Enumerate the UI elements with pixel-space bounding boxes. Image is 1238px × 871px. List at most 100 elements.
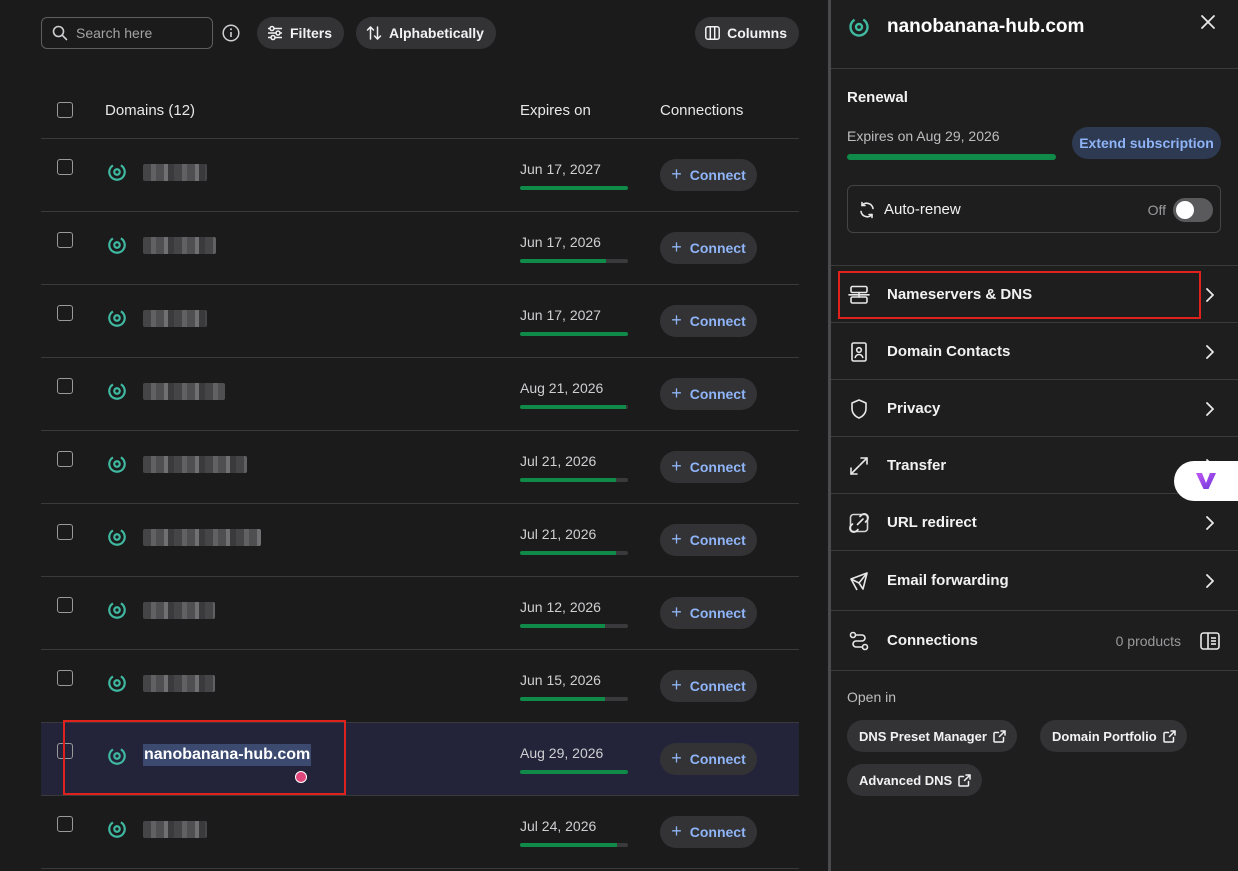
row-checkbox[interactable] [57, 670, 73, 686]
domain-icon [849, 17, 869, 37]
chip-label: Domain Portfolio [1052, 728, 1157, 744]
redacted-domain-name[interactable] [143, 383, 225, 400]
expiry-progress-bar [520, 770, 628, 774]
redacted-domain-name[interactable] [143, 529, 261, 546]
open-in-dns-preset-manager-link[interactable]: DNS Preset Manager [847, 720, 1017, 752]
connect-button[interactable]: + Connect [660, 378, 757, 410]
side-panel-icon[interactable] [1200, 632, 1220, 650]
connect-button[interactable]: + Connect [660, 451, 757, 483]
table-row[interactable]: Jun 17, 2027 + Connect [41, 285, 799, 358]
sort-button[interactable]: Alphabetically [356, 17, 496, 49]
table-row[interactable]: Jul 21, 2026 + Connect [41, 504, 799, 577]
connect-button[interactable]: + Connect [660, 743, 757, 775]
expires-date: Jun 17, 2026 [520, 234, 601, 250]
row-checkbox[interactable] [57, 451, 73, 467]
plus-icon: + [671, 821, 682, 841]
table-row[interactable]: Jun 17, 2027 + Connect [41, 139, 799, 212]
table-row[interactable]: Aug 21, 2026 + Connect [41, 358, 799, 431]
expires-date: Aug 29, 2026 [520, 745, 604, 761]
search-box[interactable] [41, 17, 213, 49]
link-redirect-icon [848, 512, 870, 534]
expires-date: Jul 24, 2026 [520, 818, 597, 834]
close-icon[interactable] [1198, 12, 1218, 32]
contact-book-icon [848, 341, 870, 363]
extend-subscription-button[interactable]: Extend subscription [1072, 127, 1221, 159]
domain-icon [108, 747, 126, 765]
row-checkbox[interactable] [57, 816, 73, 832]
chevron-right-icon [1206, 516, 1214, 530]
floating-extension-badge[interactable] [1174, 461, 1238, 501]
redacted-domain-name[interactable] [143, 237, 216, 254]
plus-icon: + [671, 529, 682, 549]
open-in-advanced-dns-link[interactable]: Advanced DNS [847, 764, 983, 796]
info-icon[interactable] [222, 24, 240, 42]
domain-detail-panel: nanobanana-hub.com Renewal Expires on Au… [831, 0, 1238, 871]
domain-icon [108, 674, 126, 692]
open-in-domain-portfolio-link[interactable]: Domain Portfolio [1040, 720, 1187, 752]
row-checkbox[interactable] [57, 743, 73, 759]
domain-icon [108, 601, 126, 619]
menu-item-domain-contacts[interactable]: Domain Contacts [831, 323, 1238, 380]
columns-button[interactable]: Columns [695, 17, 799, 49]
header-connections: Connections [660, 102, 744, 119]
redacted-domain-name[interactable] [143, 310, 207, 327]
table-row[interactable]: Jun 17, 2026 + Connect [41, 212, 799, 285]
filters-button[interactable]: Filters [257, 17, 345, 49]
transfer-arrows-icon [848, 455, 870, 477]
connect-button[interactable]: + Connect [660, 232, 757, 264]
plus-icon: + [671, 675, 682, 695]
panel-header: nanobanana-hub.com [831, 0, 1238, 69]
redacted-domain-name[interactable] [143, 456, 247, 473]
connect-label: Connect [689, 240, 746, 256]
redacted-domain-name[interactable] [143, 164, 207, 181]
sort-arrows-icon [366, 26, 382, 40]
redacted-domain-name[interactable] [143, 602, 215, 619]
chip-label: Advanced DNS [859, 772, 953, 788]
menu-item-label: URL redirect [887, 514, 977, 531]
menu-item-privacy[interactable]: Privacy [831, 380, 1238, 437]
menu-item-connections[interactable]: Connections 0 products [831, 611, 1238, 671]
row-checkbox[interactable] [57, 524, 73, 540]
connect-button[interactable]: + Connect [660, 597, 757, 629]
row-checkbox[interactable] [57, 378, 73, 394]
menu-item-email-forwarding[interactable]: Email forwarding [831, 551, 1238, 611]
menu-item-label: Email forwarding [887, 572, 1009, 589]
plus-icon: + [671, 237, 682, 257]
expiry-progress-bar [520, 843, 628, 847]
chip-label: DNS Preset Manager [859, 728, 987, 744]
table-row[interactable]: Jul 24, 2026 + Connect [41, 796, 799, 869]
expires-date: Jun 15, 2026 [520, 672, 601, 688]
expires-date: Jun 17, 2027 [520, 307, 601, 323]
connect-button[interactable]: + Connect [660, 305, 757, 337]
connect-button[interactable]: + Connect [660, 159, 757, 191]
table-row[interactable]: Jun 12, 2026 + Connect [41, 577, 799, 650]
redacted-domain-name[interactable] [143, 821, 207, 838]
domain-status-icon [107, 162, 127, 182]
redacted-domain-name[interactable] [143, 675, 215, 692]
table-row[interactable]: Jul 21, 2026 + Connect [41, 431, 799, 504]
connect-button[interactable]: + Connect [660, 816, 757, 848]
header-domains[interactable]: Domains (12) [105, 102, 195, 119]
chevron-right-icon [1206, 345, 1214, 359]
menu-item-url-redirect[interactable]: URL redirect [831, 494, 1238, 551]
auto-renew-label: Auto-renew [884, 201, 961, 218]
connect-button[interactable]: + Connect [660, 670, 757, 702]
menu-item-nameservers-dns[interactable]: Nameservers & DNS [831, 266, 1238, 323]
table-row[interactable]: Jun 15, 2026 + Connect [41, 650, 799, 723]
select-all-checkbox[interactable] [57, 102, 73, 118]
domain-name[interactable]: nanobanana-hub.com [143, 744, 312, 766]
table-row[interactable]: nanobanana-hub.com Aug 29, 2026 + Connect [41, 723, 799, 796]
renewal-progress-bar [847, 154, 1056, 160]
row-checkbox[interactable] [57, 159, 73, 175]
row-checkbox[interactable] [57, 232, 73, 248]
header-expires[interactable]: Expires on [520, 102, 591, 119]
renewal-section: Renewal Expires on Aug 29, 2026 Extend s… [831, 70, 1238, 266]
row-checkbox[interactable] [57, 305, 73, 321]
search-input[interactable] [76, 25, 206, 41]
server-icon [848, 284, 870, 306]
row-checkbox[interactable] [57, 597, 73, 613]
auto-renew-toggle[interactable] [1173, 198, 1213, 222]
chevron-right-icon [1206, 402, 1214, 416]
expires-date: Jul 21, 2026 [520, 526, 597, 542]
connect-button[interactable]: + Connect [660, 524, 757, 556]
